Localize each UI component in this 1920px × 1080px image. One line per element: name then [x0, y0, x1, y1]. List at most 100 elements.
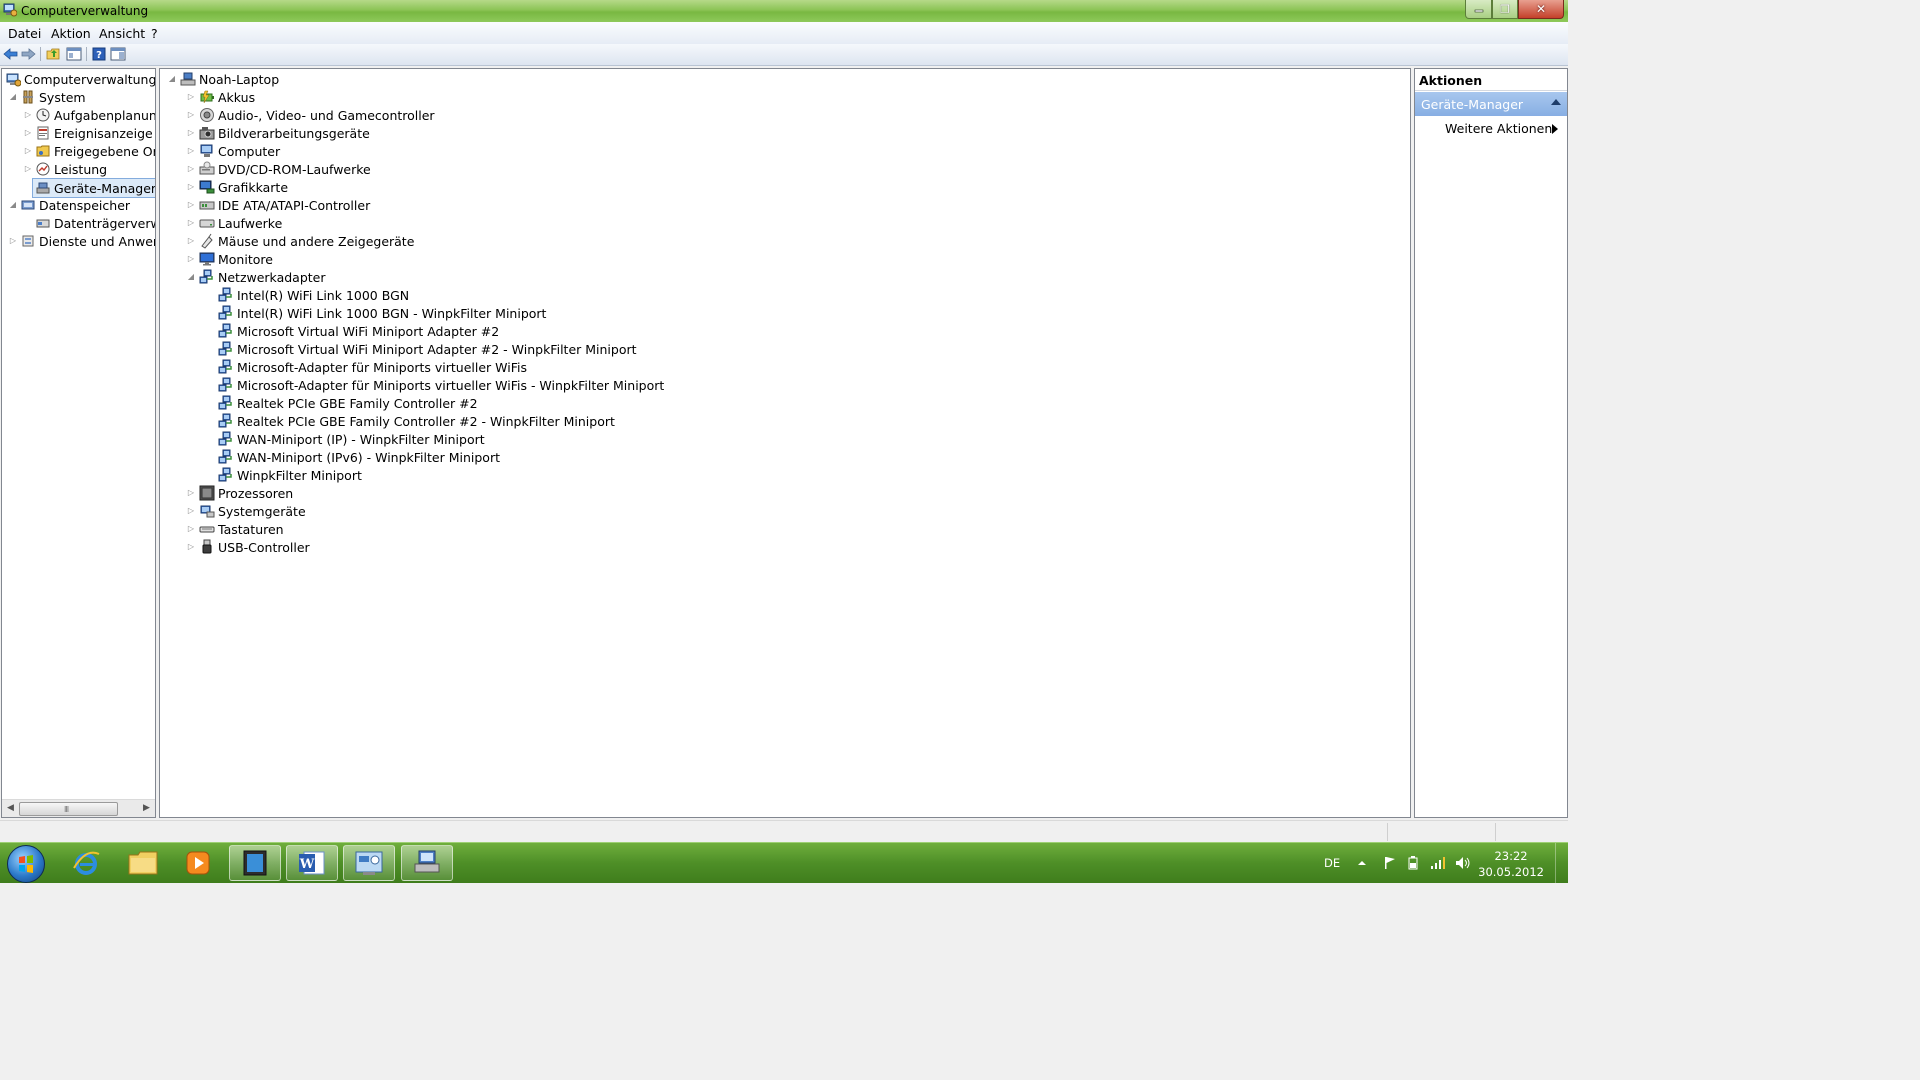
tree-node-storage[interactable]: Datenspeicher [20, 196, 130, 214]
device-category-monitor[interactable]: Monitore [199, 250, 273, 268]
collapsed-triangle-icon[interactable]: ▷ [187, 93, 195, 101]
collapsed-triangle-icon[interactable]: ▷ [187, 111, 195, 119]
collapsed-triangle-icon[interactable]: ▷ [9, 237, 17, 245]
scroll-right-icon[interactable]: ▶ [143, 803, 150, 813]
forward-button[interactable] [20, 46, 37, 62]
collapsed-triangle-icon[interactable]: ▷ [187, 201, 195, 209]
network-adapter-item[interactable]: WAN-Miniport (IPv6) - WinpkFilter Minipo… [218, 448, 500, 466]
expanded-triangle-icon[interactable]: ◢ [187, 273, 195, 281]
tree-node-shared-folders[interactable]: Freigegebene Ordner [35, 142, 155, 160]
collapse-up-icon[interactable] [1551, 99, 1561, 105]
network-adapter-item[interactable]: WAN-Miniport (IP) - WinpkFilter Miniport [218, 430, 485, 448]
taskbar-explorer[interactable] [117, 845, 169, 881]
svg-text:?: ? [96, 50, 102, 61]
network-adapter-item[interactable]: Realtek PCIe GBE Family Controller #2 - … [218, 412, 615, 430]
expanded-triangle-icon[interactable]: ◢ [168, 75, 176, 83]
device-category-keyboard[interactable]: Tastaturen [199, 520, 284, 538]
device-category-display-adapter[interactable]: Grafikkarte [199, 178, 288, 196]
device-category-system-device[interactable]: Systemgeräte [199, 502, 306, 520]
show-desktop-button[interactable] [1555, 843, 1568, 883]
help-button[interactable]: ? [90, 46, 107, 62]
device-category-camera[interactable]: Bildverarbeitungsgeräte [199, 124, 370, 142]
collapsed-triangle-icon[interactable]: ▷ [187, 129, 195, 137]
volume-tray-icon[interactable] [1454, 843, 1472, 883]
device-category-speaker[interactable]: Audio-, Video- und Gamecontroller [199, 106, 435, 124]
network-adapter-item[interactable]: WinpkFilter Miniport [218, 466, 362, 484]
device-category-disk-drive[interactable]: Laufwerke [199, 214, 282, 232]
collapsed-triangle-icon[interactable]: ▷ [24, 129, 32, 137]
collapsed-triangle-icon[interactable]: ▷ [24, 147, 32, 155]
up-folder-button[interactable] [45, 46, 62, 62]
more-actions-item[interactable]: Weitere Aktionen [1445, 121, 1552, 136]
collapsed-triangle-icon[interactable]: ▷ [187, 219, 195, 227]
collapsed-triangle-icon[interactable]: ▷ [187, 507, 195, 515]
tree-node-disk-management[interactable]: Datenträgerverwaltung [35, 214, 155, 232]
scroll-thumb[interactable]: III [19, 802, 118, 816]
tree-label: Datenspeicher [39, 197, 131, 213]
tree-node-system[interactable]: System [20, 88, 86, 106]
close-button[interactable]: ✕ [1518, 0, 1564, 19]
tree-node-performance[interactable]: Leistung [35, 160, 107, 178]
network-adapter-item[interactable]: Microsoft Virtual WiFi Miniport Adapter … [218, 322, 499, 340]
minimize-button[interactable] [1465, 0, 1492, 19]
collapsed-triangle-icon[interactable]: ▷ [187, 489, 195, 497]
show-action-pane-button[interactable] [109, 46, 126, 62]
back-button[interactable] [2, 46, 19, 62]
device-category-computer[interactable]: Computer [199, 142, 280, 160]
tray-clock[interactable]: 23:22 30.05.2012 [1478, 848, 1544, 880]
language-indicator[interactable]: DE [1324, 843, 1340, 883]
device-tree-root[interactable]: Noah-Laptop [180, 70, 279, 88]
network-adapter-item[interactable]: Microsoft-Adapter für Miniports virtuell… [218, 376, 664, 394]
actions-section-device-manager[interactable]: Geräte-Manager [1415, 92, 1567, 116]
device-category-mouse[interactable]: Mäuse und andere Zeigegeräte [199, 232, 414, 250]
show-hidden-icons-icon[interactable] [1357, 843, 1367, 883]
collapsed-triangle-icon[interactable]: ▷ [24, 165, 32, 173]
scroll-left-icon[interactable]: ◀ [7, 803, 14, 813]
collapsed-triangle-icon[interactable]: ▷ [187, 183, 195, 191]
network-adapter-item[interactable]: Realtek PCIe GBE Family Controller #2 [218, 394, 478, 412]
device-category-network-adapter[interactable]: Netzwerkadapter [199, 268, 326, 286]
start-button[interactable] [7, 845, 45, 883]
device-category-ide-controller[interactable]: IDE ATA/ATAPI-Controller [199, 196, 370, 214]
tree-node-device-manager[interactable]: Geräte-Manager [32, 178, 155, 198]
network-tray-icon[interactable] [1430, 843, 1448, 883]
show-hide-tree-button[interactable] [65, 46, 82, 62]
expanded-triangle-icon[interactable]: ◢ [9, 201, 17, 209]
taskbar-internet-explorer[interactable] [60, 845, 112, 881]
tree-node-root[interactable]: Computerverwaltung (Lokal) [5, 70, 155, 88]
network-adapter-item[interactable]: Microsoft Virtual WiFi Miniport Adapter … [218, 340, 637, 358]
collapsed-triangle-icon[interactable]: ▷ [187, 543, 195, 551]
collapsed-triangle-icon[interactable]: ▷ [187, 147, 195, 155]
device-category-dvd-drive[interactable]: DVD/CD-ROM-Laufwerke [199, 160, 371, 178]
maximize-button[interactable]: ❐ [1492, 0, 1518, 19]
device-category-battery[interactable]: Akkus [199, 88, 255, 106]
collapsed-triangle-icon[interactable]: ▷ [187, 525, 195, 533]
menu-help[interactable]: ? [151, 26, 158, 41]
network-adapter-item[interactable]: Intel(R) WiFi Link 1000 BGN [218, 286, 409, 304]
device-category-processor[interactable]: Prozessoren [199, 484, 293, 502]
menu-aktion[interactable]: Aktion [51, 26, 91, 41]
taskbar-media-player[interactable] [172, 845, 224, 881]
submenu-arrow-icon[interactable] [1552, 124, 1558, 134]
collapsed-triangle-icon[interactable]: ▷ [187, 165, 195, 173]
collapsed-triangle-icon[interactable]: ▷ [187, 237, 195, 245]
tree-node-services[interactable]: Dienste und Anwendungen [20, 232, 155, 250]
network-adapter-item[interactable]: Intel(R) WiFi Link 1000 BGN - WinpkFilte… [218, 304, 546, 322]
device-category-usb[interactable]: USB-Controller [199, 538, 310, 556]
tree-node-event-viewer[interactable]: Ereignisanzeige [35, 124, 153, 142]
taskbar-control-panel[interactable] [343, 845, 395, 881]
taskbar-word[interactable]: W [286, 845, 338, 881]
taskbar-app-1[interactable] [229, 845, 281, 881]
menu-ansicht[interactable]: Ansicht [99, 26, 145, 41]
expanded-triangle-icon[interactable]: ◢ [9, 93, 17, 101]
battery-tray-icon[interactable] [1405, 843, 1421, 883]
network-adapter-item[interactable]: Microsoft-Adapter für Miniports virtuell… [218, 358, 527, 376]
action-center-flag-icon[interactable] [1382, 843, 1398, 883]
tree-node-task-scheduler[interactable]: Aufgabenplanung [35, 106, 155, 124]
collapsed-triangle-icon[interactable]: ▷ [24, 111, 32, 119]
taskbar-computer-management[interactable] [401, 845, 453, 881]
menu-datei[interactable]: Datei [8, 26, 41, 41]
title-bar[interactable]: Computerverwaltung ❐ ✕ [0, 0, 1568, 22]
horizontal-scrollbar[interactable]: ◀ III ▶ [2, 799, 155, 817]
collapsed-triangle-icon[interactable]: ▷ [187, 255, 195, 263]
